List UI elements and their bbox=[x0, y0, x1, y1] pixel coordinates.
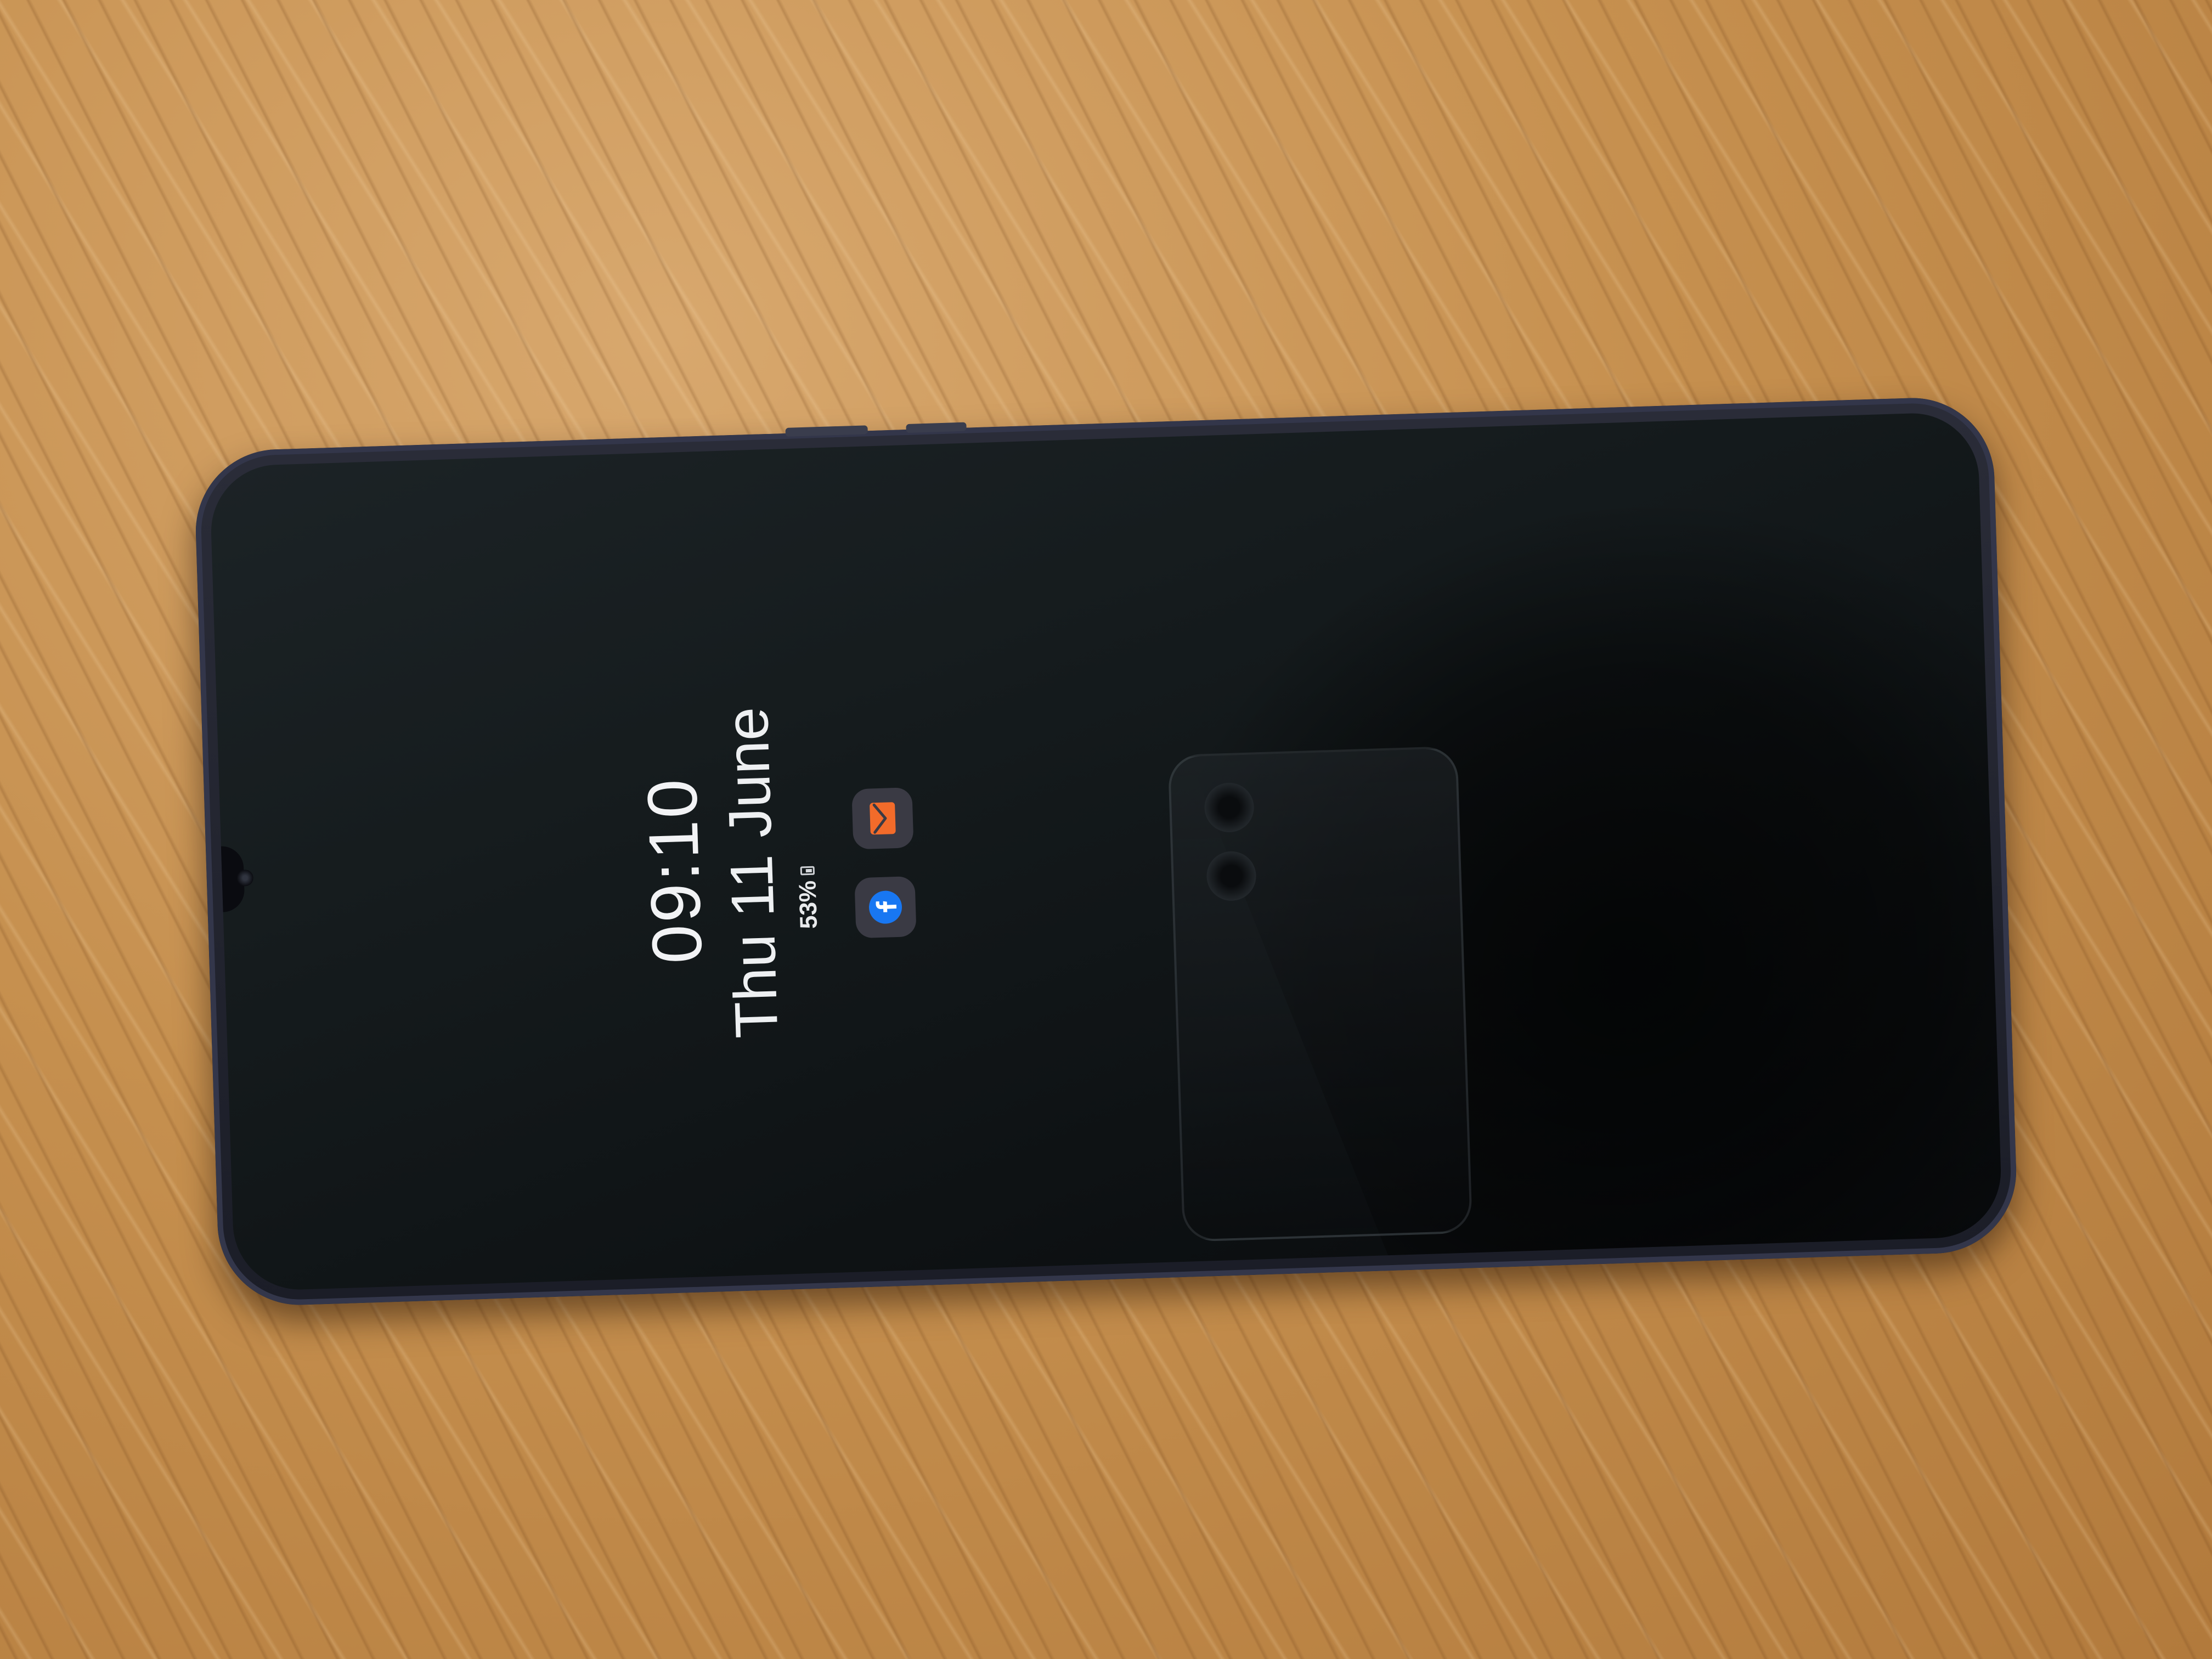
clock-time: 09:10 bbox=[633, 776, 718, 965]
phone-reflection bbox=[1167, 746, 1473, 1242]
mail-icon bbox=[870, 802, 896, 835]
reflected-lens bbox=[1206, 850, 1257, 902]
battery-percentage: 53% bbox=[794, 880, 823, 929]
battery-icon bbox=[800, 866, 815, 876]
phone-screen[interactable] bbox=[209, 411, 2003, 1292]
reflected-lens bbox=[1204, 782, 1255, 833]
battery-status: 53% bbox=[794, 866, 823, 929]
notification-icons bbox=[851, 787, 917, 939]
facebook-icon bbox=[868, 890, 902, 924]
smartphone: 09:10 Thu 11 June 53% bbox=[0, 0, 2212, 1659]
facebook-notification-icon[interactable] bbox=[854, 876, 917, 939]
mail-notification-icon[interactable] bbox=[851, 787, 914, 850]
clock-date: Thu 11 June bbox=[713, 706, 791, 1040]
